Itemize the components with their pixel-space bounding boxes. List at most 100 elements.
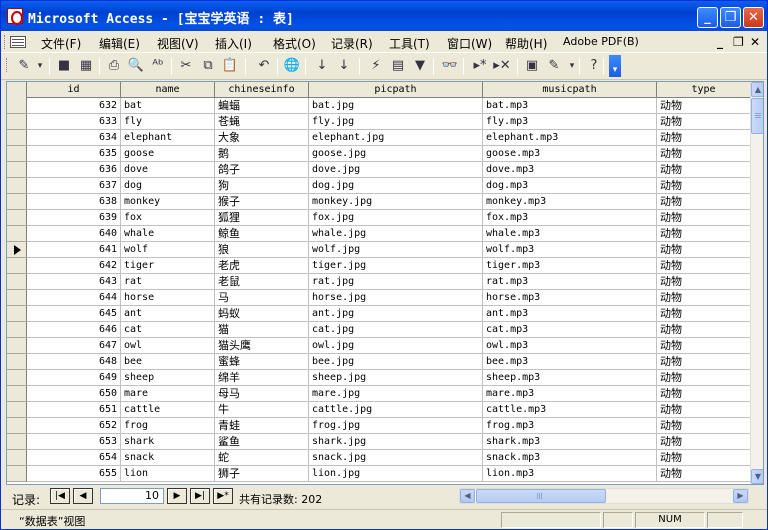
cell-name[interactable]: bee	[121, 354, 215, 370]
dropdown-arrow-icon[interactable]: ▾	[35, 57, 45, 75]
delete-record-icon[interactable]: ▸✕	[493, 57, 511, 75]
cell-chineseinfo[interactable]: 猫头鹰	[215, 338, 309, 354]
print-preview-icon[interactable]: 🔍	[127, 57, 145, 75]
table-row[interactable]: 634 elephant 大象 elephant.jpg elephant.mp3 动物	[7, 130, 751, 146]
cell-picpath[interactable]: snack.jpg	[309, 450, 483, 466]
cell-id[interactable]: 652	[27, 418, 121, 434]
cell-chineseinfo[interactable]: 老虎	[215, 258, 309, 274]
cell-picpath[interactable]: ant.jpg	[309, 306, 483, 322]
cell-type[interactable]: 动物	[657, 338, 751, 354]
cell-chineseinfo[interactable]: 苍蝇	[215, 114, 309, 130]
cell-chineseinfo[interactable]: 母马	[215, 386, 309, 402]
previous-record-button[interactable]: ◀	[73, 488, 93, 504]
cell-name[interactable]: frog	[121, 418, 215, 434]
column-header-type[interactable]: type	[657, 82, 751, 98]
cell-type[interactable]: 动物	[657, 274, 751, 290]
cell-picpath[interactable]: wolf.jpg	[309, 242, 483, 258]
horizontal-scroll-thumb[interactable]	[476, 489, 606, 503]
cell-id[interactable]: 634	[27, 130, 121, 146]
cell-name[interactable]: horse	[121, 290, 215, 306]
scroll-up-button[interactable]: ▲	[751, 82, 763, 97]
cell-id[interactable]: 641	[27, 242, 121, 258]
cell-type[interactable]: 动物	[657, 210, 751, 226]
cell-id[interactable]: 640	[27, 226, 121, 242]
cell-chineseinfo[interactable]: 狗	[215, 178, 309, 194]
cell-musicpath[interactable]: rat.mp3	[483, 274, 657, 290]
cell-id[interactable]: 636	[27, 162, 121, 178]
cell-picpath[interactable]: bee.jpg	[309, 354, 483, 370]
table-row[interactable]: 643 rat 老鼠 rat.jpg rat.mp3 动物	[7, 274, 751, 290]
filter-by-form-icon[interactable]: ▤	[389, 57, 407, 75]
copy-icon[interactable]: ⧉	[199, 57, 217, 75]
cell-type[interactable]: 动物	[657, 418, 751, 434]
cell-name[interactable]: cattle	[121, 402, 215, 418]
cell-musicpath[interactable]: snack.mp3	[483, 450, 657, 466]
cell-picpath[interactable]: dove.jpg	[309, 162, 483, 178]
cell-id[interactable]: 633	[27, 114, 121, 130]
cell-id[interactable]: 639	[27, 210, 121, 226]
print-icon[interactable]: ⎙	[105, 57, 123, 75]
menu-window[interactable]: 窗口(W)	[447, 35, 492, 52]
menu-insert[interactable]: 插入(I)	[215, 35, 252, 52]
cell-name[interactable]: sheep	[121, 370, 215, 386]
cell-name[interactable]: tiger	[121, 258, 215, 274]
cell-musicpath[interactable]: dove.mp3	[483, 162, 657, 178]
record-selector[interactable]	[7, 146, 27, 162]
cell-picpath[interactable]: shark.jpg	[309, 434, 483, 450]
column-header-name[interactable]: name	[121, 82, 215, 98]
cell-id[interactable]: 637	[27, 178, 121, 194]
table-row[interactable]: 646 cat 猫 cat.jpg cat.mp3 动物	[7, 322, 751, 338]
scroll-right-button[interactable]: ▶	[733, 489, 748, 503]
cell-type[interactable]: 动物	[657, 130, 751, 146]
cell-type[interactable]: 动物	[657, 162, 751, 178]
mdi-minimize-button[interactable]: _	[717, 35, 723, 49]
table-row[interactable]: 632 bat 蝙蝠 bat.jpg bat.mp3 动物	[7, 98, 751, 114]
table-row[interactable]: 635 goose 鹅 goose.jpg goose.mp3 动物	[7, 146, 751, 162]
menu-file[interactable]: 文件(F)	[41, 35, 81, 52]
cell-chineseinfo[interactable]: 牛	[215, 402, 309, 418]
minimize-button[interactable]: _	[697, 7, 718, 28]
new-object-icon[interactable]: ✎	[545, 57, 563, 75]
sort-descending-icon[interactable]: ↓	[335, 57, 353, 75]
record-selector[interactable]	[7, 322, 27, 338]
cell-name[interactable]: rat	[121, 274, 215, 290]
undo-icon[interactable]: ↶	[255, 57, 273, 75]
cell-musicpath[interactable]: shark.mp3	[483, 434, 657, 450]
menu-records[interactable]: 记录(R)	[331, 35, 373, 52]
cell-chineseinfo[interactable]: 绵羊	[215, 370, 309, 386]
record-selector[interactable]	[7, 178, 27, 194]
column-header-id[interactable]: id	[27, 82, 121, 98]
cell-type[interactable]: 动物	[657, 322, 751, 338]
column-header-chineseinfo[interactable]: chineseinfo	[215, 82, 309, 98]
record-selector[interactable]	[7, 434, 27, 450]
cell-chineseinfo[interactable]: 鲸鱼	[215, 226, 309, 242]
cell-type[interactable]: 动物	[657, 146, 751, 162]
cell-type[interactable]: 动物	[657, 290, 751, 306]
cell-chineseinfo[interactable]: 大象	[215, 130, 309, 146]
cell-name[interactable]: dog	[121, 178, 215, 194]
cell-picpath[interactable]: fly.jpg	[309, 114, 483, 130]
menu-format[interactable]: 格式(O)	[273, 35, 316, 52]
cell-name[interactable]: bat	[121, 98, 215, 114]
cut-icon[interactable]: ✂	[177, 57, 195, 75]
cell-musicpath[interactable]: bat.mp3	[483, 98, 657, 114]
cell-type[interactable]: 动物	[657, 242, 751, 258]
cell-type[interactable]: 动物	[657, 306, 751, 322]
cell-id[interactable]: 632	[27, 98, 121, 114]
cell-id[interactable]: 643	[27, 274, 121, 290]
horizontal-scrollbar[interactable]: ◀ ▶	[459, 488, 749, 504]
cell-chineseinfo[interactable]: 狼	[215, 242, 309, 258]
file-search-icon[interactable]: ▦	[77, 57, 95, 75]
cell-picpath[interactable]: fox.jpg	[309, 210, 483, 226]
mdi-restore-button[interactable]: ❐	[733, 35, 744, 49]
cell-chineseinfo[interactable]: 狐狸	[215, 210, 309, 226]
table-row[interactable]: 645 ant 蚂蚁 ant.jpg ant.mp3 动物	[7, 306, 751, 322]
cell-musicpath[interactable]: ant.mp3	[483, 306, 657, 322]
table-row[interactable]: 640 whale 鲸鱼 whale.jpg whale.mp3 动物	[7, 226, 751, 242]
cell-type[interactable]: 动物	[657, 434, 751, 450]
table-row[interactable]: 642 tiger 老虎 tiger.jpg tiger.mp3 动物	[7, 258, 751, 274]
cell-musicpath[interactable]: frog.mp3	[483, 418, 657, 434]
cell-musicpath[interactable]: dog.mp3	[483, 178, 657, 194]
cell-id[interactable]: 650	[27, 386, 121, 402]
cell-musicpath[interactable]: mare.mp3	[483, 386, 657, 402]
